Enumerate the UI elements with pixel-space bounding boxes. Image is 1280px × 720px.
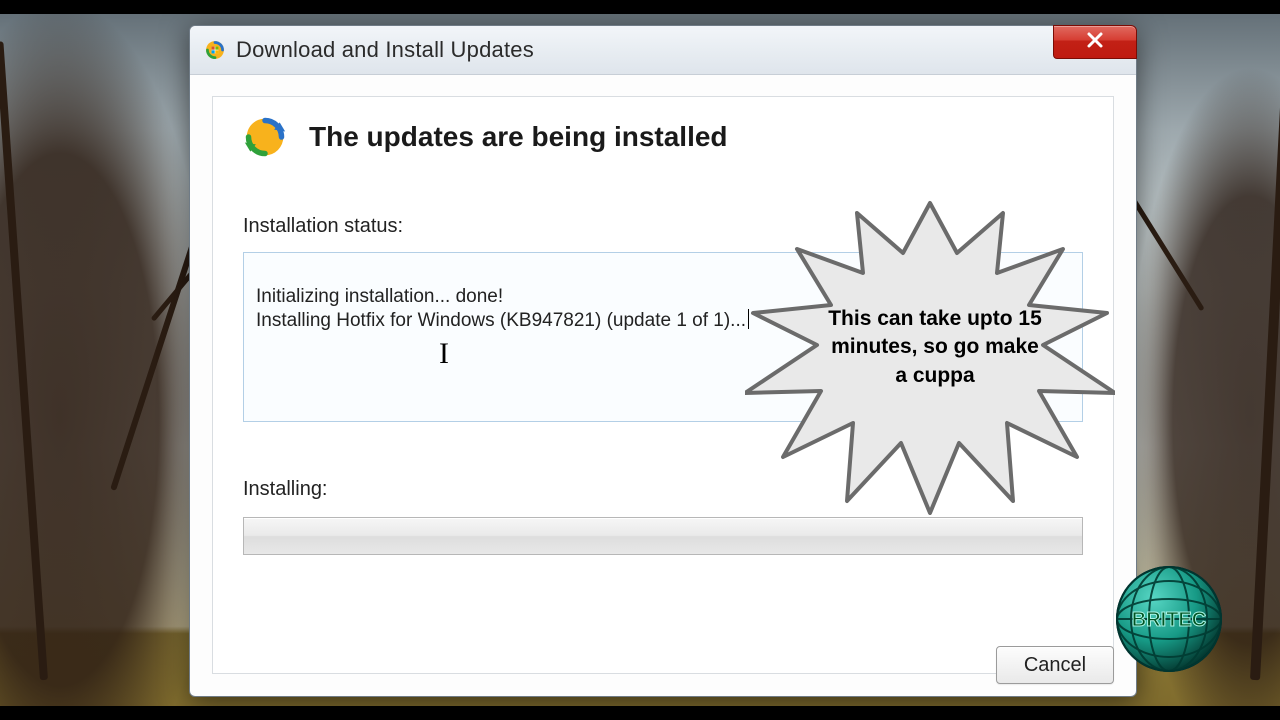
letterbox-bottom [0, 706, 1280, 720]
close-icon [1085, 30, 1105, 55]
i-beam-cursor-icon: I [439, 335, 449, 373]
window-title: Download and Install Updates [236, 37, 534, 63]
button-row: Cancel [996, 646, 1114, 684]
letterbox-top [0, 0, 1280, 14]
britec-logo: BRITEC [1114, 564, 1224, 674]
progress-bar [243, 517, 1083, 555]
client-area: The updates are being installed Installa… [190, 74, 1136, 696]
cancel-button[interactable]: Cancel [996, 646, 1114, 684]
content-panel: The updates are being installed Installa… [212, 96, 1114, 674]
windows-update-large-icon [243, 115, 287, 159]
status-label: Installation status: [243, 215, 1083, 238]
titlebar[interactable]: Download and Install Updates [190, 26, 1136, 75]
windows-update-icon [204, 39, 226, 61]
status-textbox[interactable]: Initializing installation... done! Insta… [243, 252, 1083, 422]
installing-label: Installing: [243, 478, 1083, 501]
close-button[interactable] [1053, 25, 1137, 59]
update-window: Download and Install Updates [189, 25, 1137, 697]
heading: The updates are being installed [309, 121, 728, 153]
status-text: Initializing installation... done! Insta… [256, 286, 746, 331]
text-caret [748, 309, 749, 329]
britec-logo-text: BRITEC [1132, 609, 1206, 631]
